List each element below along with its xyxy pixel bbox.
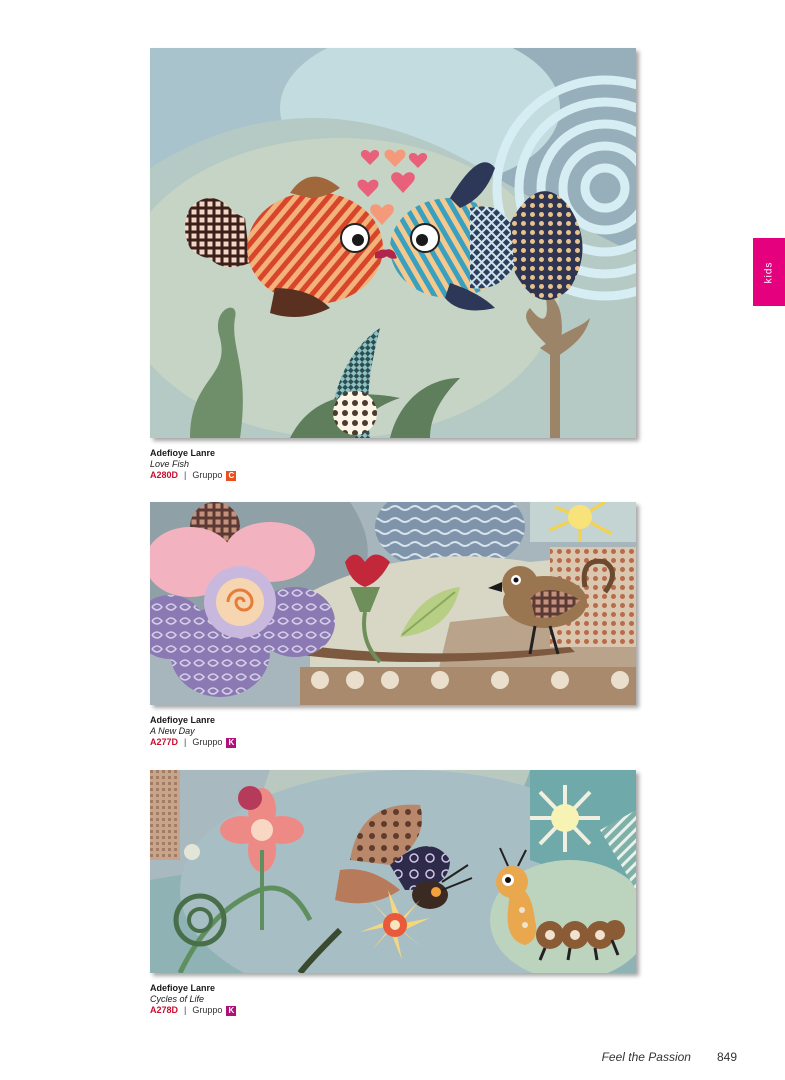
artist-name: Adefioye Lanre [150, 715, 216, 725]
product-code: A277D [150, 737, 179, 747]
love-fish-illustration [150, 48, 636, 438]
product-caption-cycles-of-life: Adefioye Lanre Cycles of Life A278D | Gr… [150, 983, 237, 1016]
page-footer: Feel the Passion 849 [602, 1050, 737, 1064]
footer-tagline: Feel the Passion [601, 1050, 691, 1064]
product-code: A280D [150, 470, 179, 480]
product-caption-love-fish: Adefioye Lanre Love Fish A280D | Gruppo … [150, 448, 237, 481]
artwork-title: Love Fish [150, 459, 190, 469]
section-tab-kids[interactable]: kids [753, 238, 785, 306]
product-code-line: A277D | Gruppo K [150, 737, 237, 748]
cycles-of-life-illustration [150, 770, 636, 973]
group-badge: K [226, 1005, 237, 1016]
product-code-line: A278D | Gruppo K [150, 1005, 237, 1016]
artwork-cycles-of-life[interactable] [150, 770, 636, 973]
artwork-title: A New Day [150, 726, 195, 736]
product-code: A278D [150, 1005, 179, 1015]
artist-name: Adefioye Lanre [150, 983, 216, 993]
separator: | [184, 737, 187, 747]
artwork-title: Cycles of Life [150, 994, 205, 1004]
section-tab-label: kids [763, 261, 775, 283]
separator: | [184, 1005, 187, 1015]
product-caption-a-new-day: Adefioye Lanre A New Day A277D | Gruppo … [150, 715, 237, 748]
separator: | [184, 470, 187, 480]
product-code-line: A280D | Gruppo C [150, 470, 237, 481]
group-badge: K [226, 737, 237, 748]
artist-name: Adefioye Lanre [150, 448, 216, 458]
group-label: Gruppo [192, 1005, 223, 1015]
group-label: Gruppo [192, 737, 223, 747]
a-new-day-illustration [150, 502, 636, 705]
artwork-love-fish[interactable] [150, 48, 636, 438]
page-number: 849 [716, 1050, 737, 1064]
group-badge: C [226, 470, 237, 481]
group-label: Gruppo [192, 470, 223, 480]
artwork-a-new-day[interactable] [150, 502, 636, 705]
